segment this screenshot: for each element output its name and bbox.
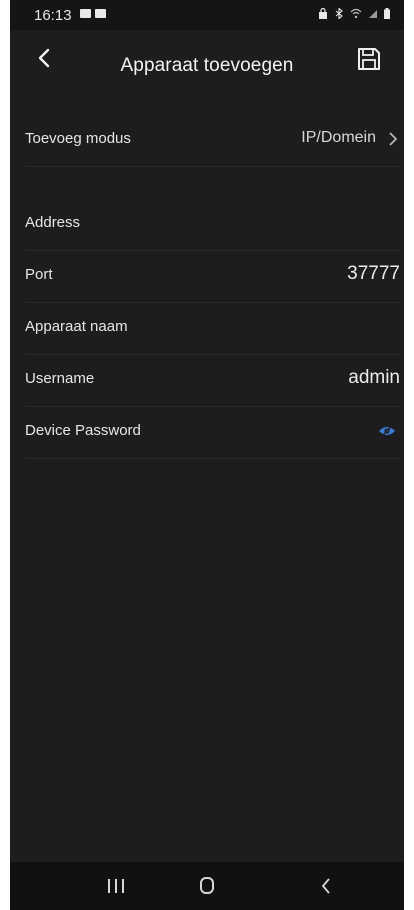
- address-row[interactable]: Address: [25, 198, 400, 251]
- status-right-icons: [318, 8, 390, 19]
- save-icon[interactable]: [354, 44, 384, 74]
- address-label: Address: [25, 214, 81, 231]
- phone-screen: 16:13 Apparaat toevoegen Toevoeg modus I…: [10, 0, 404, 910]
- battery-icon: [384, 8, 390, 19]
- mail-icon: [80, 9, 91, 18]
- back-icon[interactable]: [318, 876, 334, 896]
- device-name-row[interactable]: Apparaat naam: [25, 302, 400, 355]
- port-label: Port: [25, 266, 53, 283]
- password-label: Device Password: [25, 422, 141, 439]
- lock-icon: [319, 8, 327, 19]
- page-title: Apparaat toevoegen: [120, 55, 294, 76]
- add-mode-value[interactable]: IP/Domein: [301, 129, 376, 147]
- system-nav-bar: [10, 862, 404, 910]
- status-time: 16:13: [34, 7, 72, 24]
- bluetooth-icon: [335, 8, 343, 19]
- username-input[interactable]: admin: [348, 367, 400, 389]
- recents-icon[interactable]: [108, 879, 124, 893]
- status-left-icons: [80, 9, 106, 18]
- chevron-right-icon[interactable]: [386, 130, 400, 148]
- add-mode-row[interactable]: Toevoeg modus IP/Domein: [25, 114, 400, 167]
- username-row[interactable]: Username admin: [25, 354, 400, 407]
- home-icon[interactable]: [200, 877, 214, 894]
- device-name-label: Apparaat naam: [25, 318, 128, 335]
- port-row[interactable]: Port 37777: [25, 250, 400, 303]
- password-row[interactable]: Device Password: [25, 406, 400, 459]
- eye-icon[interactable]: [378, 424, 396, 438]
- wifi-icon: [350, 8, 362, 19]
- signal-icon: [369, 10, 377, 18]
- title-bar: Apparaat toevoegen: [10, 30, 404, 88]
- username-label: Username: [25, 370, 95, 387]
- status-bar: 16:13: [10, 0, 404, 30]
- port-input[interactable]: 37777: [347, 263, 400, 285]
- add-mode-label: Toevoeg modus: [25, 130, 131, 147]
- image-icon: [95, 9, 106, 18]
